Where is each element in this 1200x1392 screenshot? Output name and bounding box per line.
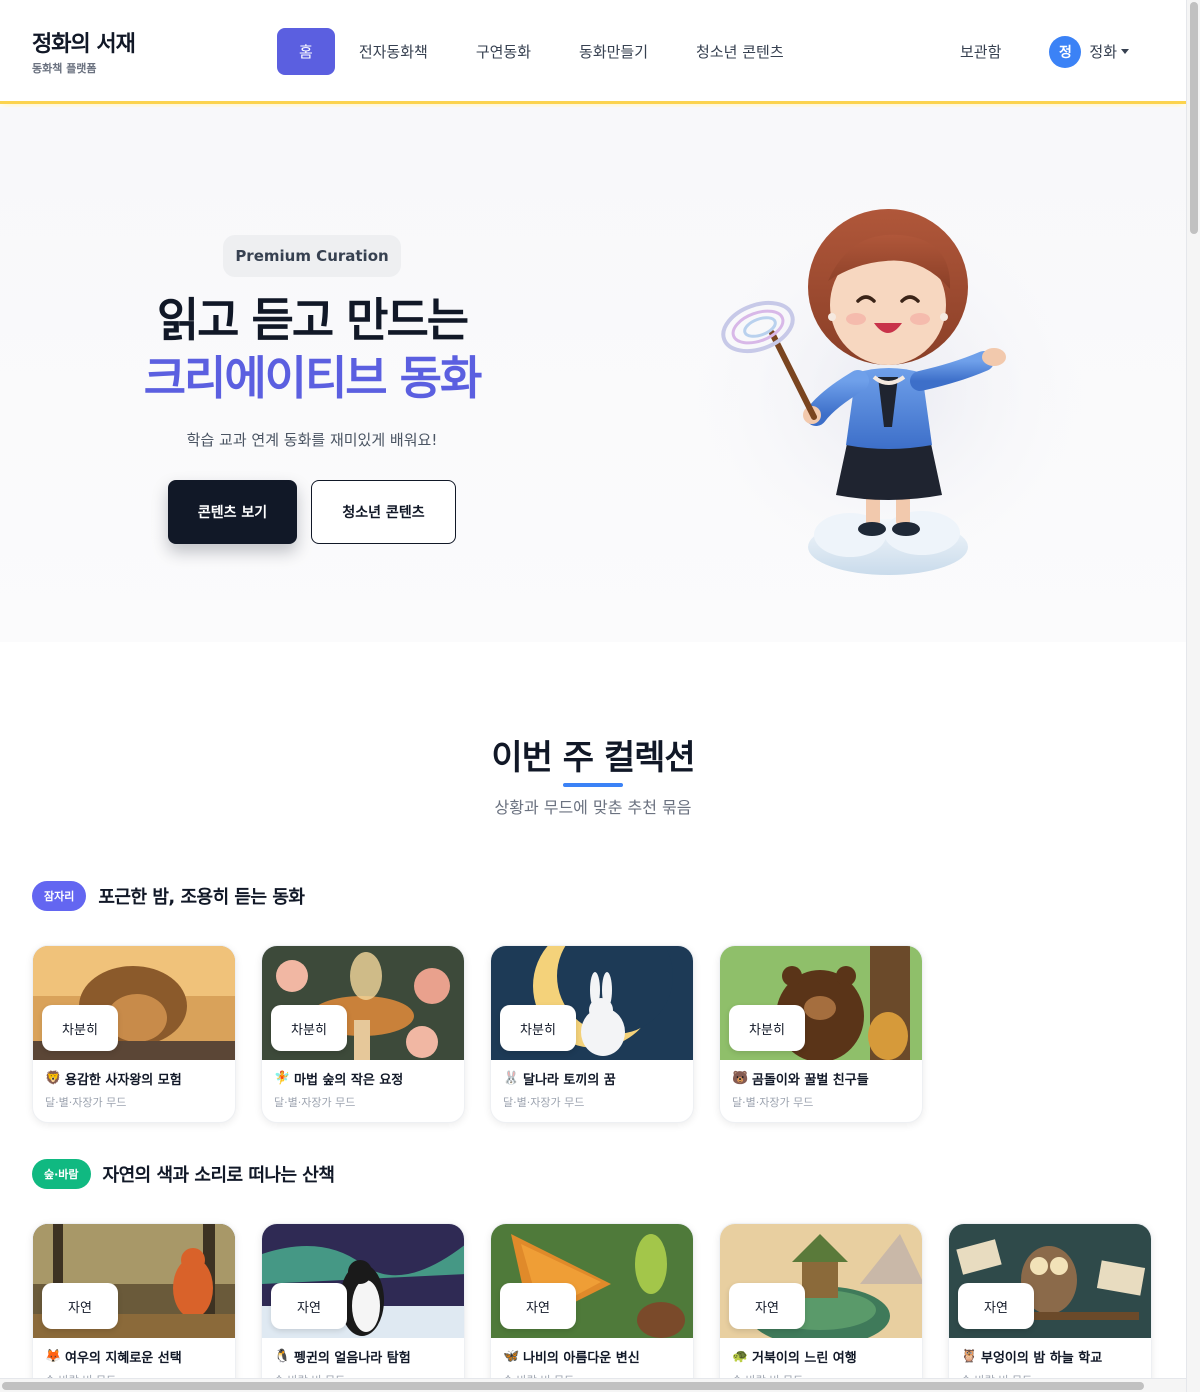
mood-chip: 자연 [500,1283,576,1329]
nav-youth-content[interactable]: 청소년 콘텐츠 [672,28,808,75]
title-underline [563,783,623,787]
hero-buttons: 콘텐츠 보기 청소년 콘텐츠 [100,480,524,544]
nav-make-story[interactable]: 동화만들기 [555,28,672,75]
story-thumbnail-fox: 자연 [33,1224,235,1338]
story-card[interactable]: 차분히 🐰 달나라 토끼의 꿈 달·별·자장가 무드 [490,945,694,1123]
turtle-icon: 🐢 [732,1349,749,1364]
hero-character-illustration [660,177,1120,617]
story-title-row: 🐰 달나라 토끼의 꿈 [503,1069,693,1088]
vertical-scrollbar[interactable] [1186,0,1200,1392]
mood-chip: 자연 [958,1283,1034,1329]
story-card[interactable]: 차분히 🐻 곰돌이와 꿀벌 친구들 달·별·자장가 무드 [719,945,923,1123]
story-title-row: 🧚 마법 숲의 작은 요정 [274,1069,464,1088]
collection-tag: 잠자리 [32,881,87,911]
story-card[interactable]: 자연 🐧펭귄의 얼음나라 탐험 숲·바람·비 무드 [261,1223,465,1392]
story-thumbnail-owl: 자연 [949,1224,1151,1338]
story-thumbnail-fairy: 차분히 [262,946,464,1060]
story-thumbnail-bear: 차분히 [720,946,922,1060]
story-title-row: 🐢 거북이의 느린 여행 [732,1347,922,1366]
mood-chip: 차분히 [271,1005,347,1051]
hero-description: 학습 교과 연계 동화를 재미있게 배워요! [186,431,438,449]
lion-icon: 🦁 [45,1071,62,1086]
hero-section: Premium Curation 읽고 듣고 만드는 크리에이티브 동화 학습 … [0,107,1186,642]
header-actions: 보관함 정 정화 [936,28,1130,75]
story-title: 달나라 토끼의 꿈 [523,1073,616,1088]
butterfly-icon: 🦋 [503,1349,520,1364]
caret-down-icon [1121,49,1130,54]
collection-card-row: 차분히 🦁 용감한 사자왕의 모험 달·별·자장가 무드 차분히 🧚 마법 숲의 작… [32,945,923,1123]
collection-group-title: 자연의 색과 소리로 떠나는 산책 [102,1165,335,1186]
story-title: 곰돌이와 꿀벌 친구들 [752,1073,869,1088]
locker-link[interactable]: 보관함 [936,41,1025,62]
collection-section-subtitle: 상황과 무드에 맞춘 추천 묶음 [494,798,692,817]
mood-chip: 자연 [42,1283,118,1329]
brand-title: 정화의 서재 [32,32,136,57]
story-title: 마법 숲의 작은 요정 [294,1073,404,1088]
avatar: 정 [1049,35,1082,68]
hero-content: Premium Curation 읽고 듣고 만드는 크리에이티브 동화 학습 … [100,235,524,544]
story-thumbnail-turtle: 자연 [720,1224,922,1338]
story-card[interactable]: 차분히 🦁 용감한 사자왕의 모험 달·별·자장가 무드 [32,945,236,1123]
youth-content-button[interactable]: 청소년 콘텐츠 [311,480,456,544]
rabbit-icon: 🐰 [503,1071,520,1086]
story-card[interactable]: 차분히 🧚 마법 숲의 작은 요정 달·별·자장가 무드 [261,945,465,1123]
brand-subtitle: 동화책 플랫폼 [32,62,97,75]
story-title: 부엉이의 밤 하늘 학교 [981,1351,1103,1366]
story-title-row: 🐻 곰돌이와 꿀벌 친구들 [732,1069,922,1088]
owl-icon: 🦉 [961,1349,978,1364]
story-thumbnail-rabbit: 차분히 [491,946,693,1060]
bear-icon: 🐻 [732,1071,749,1086]
story-card[interactable]: 자연 🦊여우의 지혜로운 선택 숲·바람·비 무드 [32,1223,236,1392]
story-title: 나비의 아름다운 변신 [523,1351,640,1366]
user-name: 정화 [1089,43,1118,61]
story-title-row: 🦉 부엉이의 밤 하늘 학교 [961,1347,1151,1366]
mood-chip: 차분히 [42,1005,118,1051]
mood-chip: 자연 [729,1283,805,1329]
user-menu[interactable]: 정 정화 [1049,35,1130,68]
top-header: 정화의 서재 동화책 플랫폼 홈 전자동화책 구연동화 동화만들기 청소년 콘텐… [0,0,1186,104]
horizontal-scrollbar-thumb[interactable] [2,1382,1144,1390]
vertical-scrollbar-thumb[interactable] [1190,2,1198,234]
story-title-row: 🦊 여우의 지혜로운 선택 [45,1347,235,1366]
collection-group-header: 숲·바람 자연의 색과 소리로 떠나는 산책 [32,1159,335,1189]
nav-home[interactable]: 홈 [277,28,335,75]
collection-tag: 숲·바람 [32,1159,91,1189]
collection-section-title: 이번 주 컬렉션 [491,738,695,778]
story-title: 용감한 사자왕의 모험 [65,1073,182,1088]
horizontal-scrollbar[interactable] [0,1378,1186,1392]
hero-title-accent: 크리에이티브 동화 [143,351,483,405]
brand-logo[interactable]: 정화의 서재 동화책 플랫폼 [32,26,136,76]
story-mood-caption: 달·별·자장가 무드 [732,1096,814,1109]
collection-card-row: 자연 🦊여우의 지혜로운 선택 숲·바람·비 무드 자연 🐧펭귄의 얼음나라 탐… [32,1223,1152,1392]
premium-badge: Premium Curation [223,235,401,277]
story-card[interactable]: 자연 🦋나비의 아름다운 변신 숲·바람·비 무드 [490,1223,694,1392]
story-mood-caption: 달·별·자장가 무드 [45,1096,127,1109]
story-title-row: 🦁 용감한 사자왕의 모험 [45,1069,235,1088]
story-title-row: 🐧 펭귄의 얼음나라 탐험 [274,1347,464,1366]
collection-group-title: 포근한 밤, 조용히 듣는 동화 [98,887,305,908]
fox-icon: 🦊 [45,1349,62,1364]
story-thumbnail-penguin: 자연 [262,1224,464,1338]
story-title-row: 🦋 나비의 아름다운 변신 [503,1347,693,1366]
hero-title: 읽고 듣고 만드는 [156,293,469,347]
mood-chip: 자연 [271,1283,347,1329]
story-mood-caption: 달·별·자장가 무드 [274,1096,356,1109]
story-title: 여우의 지혜로운 선택 [65,1351,182,1366]
main-nav: 홈 전자동화책 구연동화 동화만들기 청소년 콘텐츠 [277,28,808,75]
story-thumbnail-butterfly: 자연 [491,1224,693,1338]
story-card[interactable]: 자연 🐢거북이의 느린 여행 숲·바람·비 무드 [719,1223,923,1392]
story-title: 펭귄의 얼음나라 탐험 [294,1351,411,1366]
collection-group-header: 잠자리 포근한 밤, 조용히 듣는 동화 [32,881,305,911]
story-thumbnail-lion: 차분히 [33,946,235,1060]
mood-chip: 차분히 [729,1005,805,1051]
fairy-icon: 🧚 [274,1071,291,1086]
penguin-icon: 🐧 [274,1349,291,1364]
story-title: 거북이의 느린 여행 [752,1351,857,1366]
nav-ebooks[interactable]: 전자동화책 [335,28,452,75]
view-content-button[interactable]: 콘텐츠 보기 [168,480,297,544]
story-card[interactable]: 자연 🦉부엉이의 밤 하늘 학교 숲·바람·비 무드 [948,1223,1152,1392]
story-mood-caption: 달·별·자장가 무드 [503,1096,585,1109]
mood-chip: 차분히 [500,1005,576,1051]
nav-storytelling[interactable]: 구연동화 [452,28,555,75]
